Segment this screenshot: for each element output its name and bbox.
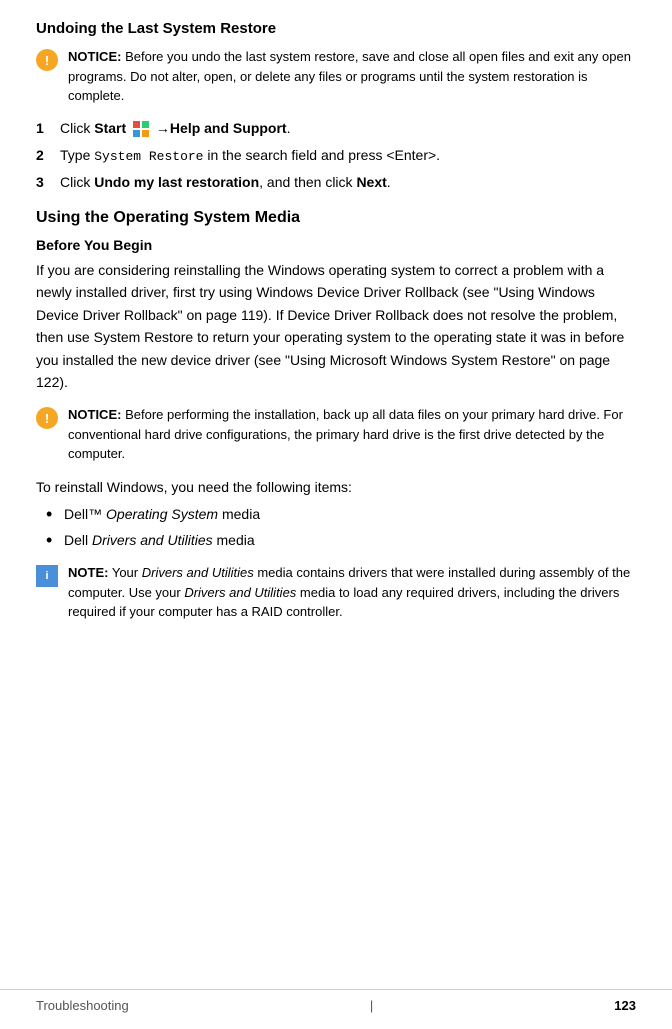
bullet-item-1: • Dell™ Operating System media — [46, 504, 636, 526]
footer-page-number: 123 — [614, 998, 636, 1013]
step-3-bold-next: Next — [356, 174, 386, 190]
note-label: NOTE: — [68, 565, 108, 580]
step-2: 2 Type System Restore in the search fiel… — [36, 145, 636, 167]
notice-label-2: NOTICE: — [68, 407, 121, 422]
footer-section: Troubleshooting — [36, 998, 129, 1013]
note-italic-2: Drivers and Utilities — [184, 585, 296, 600]
page-content: Undoing the Last System Restore ! NOTICE… — [0, 0, 672, 694]
step-2-text: Type System Restore in the search field … — [60, 145, 440, 167]
steps-list: 1 Click Start →Help and Support. 2 Type … — [36, 118, 636, 194]
footer-separator: | — [370, 998, 373, 1013]
bullet-text-2: Dell Drivers and Utilities media — [64, 530, 255, 551]
bullet-italic-2: Drivers and Utilities — [92, 532, 213, 548]
bullet-item-2: • Dell Drivers and Utilities media — [46, 530, 636, 552]
notice-text-1: NOTICE: Before you undo the last system … — [68, 47, 636, 106]
note-icon: i — [36, 565, 58, 587]
note-italic-1: Drivers and Utilities — [142, 565, 254, 580]
step-1-bold-start: Start — [94, 120, 126, 136]
page-footer: Troubleshooting | 123 — [0, 989, 672, 1013]
bullet-italic-1: Operating System — [106, 506, 218, 522]
notice-letter-2: ! — [45, 411, 49, 426]
step-1-bold-help: Help and Support — [170, 120, 287, 136]
step-3: 3 Click Undo my last restoration, and th… — [36, 172, 636, 193]
section-title-undoing: Undoing the Last System Restore — [36, 20, 636, 37]
bullet-text-1: Dell™ Operating System media — [64, 504, 260, 525]
notice-body-2: Before performing the installation, back… — [68, 407, 623, 461]
step-1: 1 Click Start →Help and Support. — [36, 118, 636, 139]
note-box: i NOTE: Your Drivers and Utilities media… — [36, 563, 636, 622]
subsection-title-before-begin: Before You Begin — [36, 237, 636, 253]
notice-icon-1: ! — [36, 49, 58, 71]
to-reinstall-text: To reinstall Windows, you need the follo… — [36, 476, 636, 498]
note-text: NOTE: Your Drivers and Utilities media c… — [68, 563, 636, 622]
notice-icon-2: ! — [36, 407, 58, 429]
note-body: Your Drivers and Utilities media contain… — [68, 565, 630, 619]
notice-text-2: NOTICE: Before performing the installati… — [68, 405, 636, 464]
step-2-number: 2 — [36, 145, 60, 166]
step-3-text: Click Undo my last restoration, and then… — [60, 172, 391, 193]
note-letter: i — [45, 570, 48, 582]
step-3-bold-undo: Undo my last restoration — [94, 174, 259, 190]
bullet-dot-2: • — [46, 530, 64, 552]
bullet-list: • Dell™ Operating System media • Dell Dr… — [36, 504, 636, 551]
notice-box-1: ! NOTICE: Before you undo the last syste… — [36, 47, 636, 106]
body-text-main: If you are considering reinstalling the … — [36, 259, 636, 393]
step-2-code: System Restore — [94, 149, 203, 164]
step-3-number: 3 — [36, 172, 60, 193]
notice-body-1: Before you undo the last system restore,… — [68, 49, 631, 103]
step-1-text: Click Start →Help and Support. — [60, 118, 290, 139]
notice-letter-1: ! — [45, 53, 49, 68]
step-1-number: 1 — [36, 118, 60, 139]
notice-label-1: NOTICE: — [68, 49, 121, 64]
notice-box-2: ! NOTICE: Before performing the installa… — [36, 405, 636, 464]
bullet-dot-1: • — [46, 504, 64, 526]
windows-start-icon — [132, 120, 150, 138]
section-title-os-media: Using the Operating System Media — [36, 209, 636, 227]
